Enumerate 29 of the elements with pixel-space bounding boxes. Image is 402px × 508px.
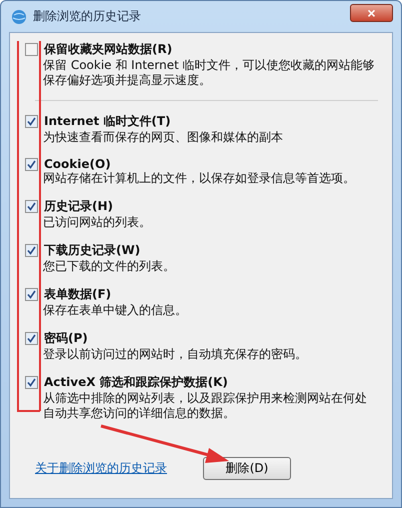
option-label: 下载历史记录(W) — [44, 242, 140, 259]
option-description: 保留 Cookie 和 Internet 临时文件，可以使您收藏的网站能够保存偏好选项并提高显示速度。 — [42, 58, 376, 88]
option-label: 历史记录(H) — [44, 198, 114, 215]
window-title: 删除浏览的历史记录 — [33, 8, 141, 25]
checkbox[interactable] — [25, 200, 38, 213]
close-button[interactable]: × — [350, 4, 393, 22]
checkbox[interactable] — [25, 158, 38, 170]
option-label: 保留收藏夹网站数据(R) — [44, 41, 172, 58]
globe-icon — [11, 8, 27, 24]
option-label: 表单数据(F) — [44, 286, 112, 303]
checkbox[interactable] — [25, 376, 38, 389]
option-label: 密码(P) — [44, 330, 88, 347]
help-link[interactable]: 关于删除浏览的历史记录 — [35, 460, 167, 476]
option-description: 登录以前访问过的网站时，自动填充保存的密码。 — [42, 347, 308, 362]
delete-button[interactable]: 删除(D) — [203, 456, 291, 480]
option-label: Internet 临时文件(T) — [44, 113, 171, 130]
option-label: Cookie(O) — [44, 157, 111, 171]
checkbox[interactable] — [25, 288, 38, 301]
option-description: 保存在表单中键入的信息。 — [42, 303, 188, 318]
checkbox[interactable] — [25, 244, 38, 257]
checkbox[interactable] — [25, 332, 38, 345]
option-description: 从筛选中排除的网站列表，以及跟踪保护用来检测网站在何处自动共享您访问的详细信息的数据。 — [42, 391, 368, 421]
checkbox[interactable] — [25, 43, 38, 56]
checkbox[interactable] — [25, 115, 38, 128]
option-description: 已访问网站的列表。 — [42, 215, 152, 230]
option-description: 网站存储在计算机上的文件，以保存如登录信息等首选项。 — [42, 171, 356, 186]
option-description: 为快速查看而保存的网页、图像和媒体的副本 — [42, 130, 284, 145]
option-description: 您已下载的文件的列表。 — [42, 259, 176, 274]
option-label: ActiveX 筛选和跟踪保护数据(K) — [44, 374, 228, 391]
